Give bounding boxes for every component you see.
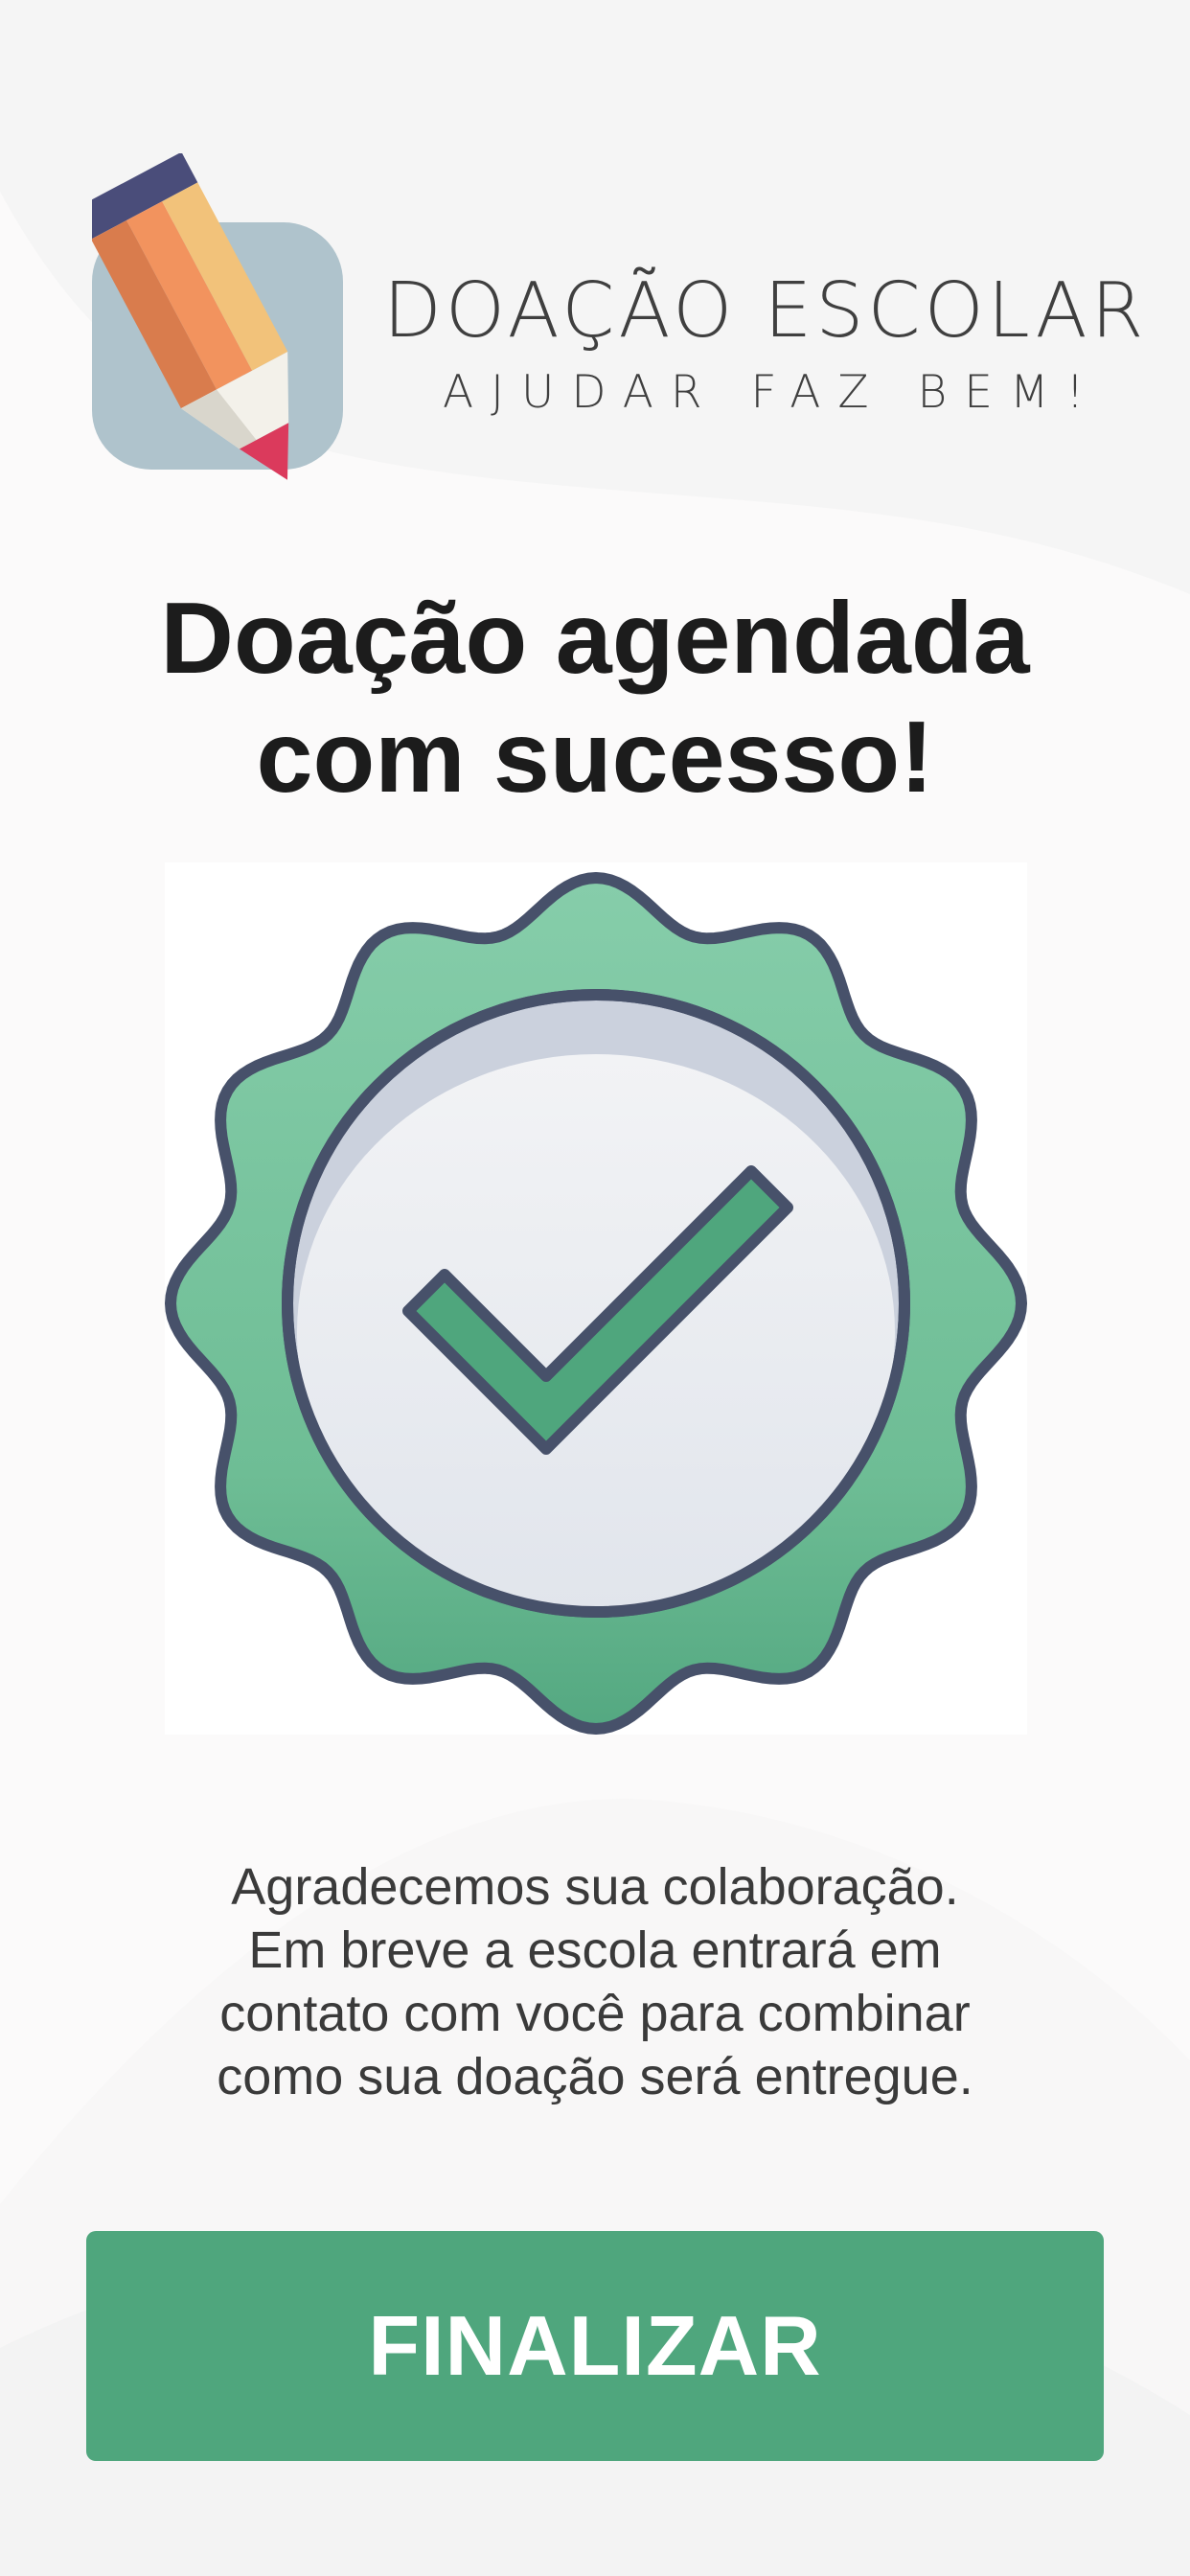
brand-title: DOAÇÃO ESCOLAR xyxy=(383,266,1148,355)
finish-button[interactable]: FINALIZAR xyxy=(86,2231,1104,2461)
checkmark-badge-icon xyxy=(165,872,1027,1735)
message-line-1: Agradecemos sua colaboração. xyxy=(231,1858,959,1916)
message-line-3: contato com você para combinar xyxy=(219,1985,971,2042)
pencil-icon xyxy=(92,153,343,480)
success-badge xyxy=(165,862,1027,1735)
brand-tagline: AJUDAR FAZ BEM! xyxy=(443,366,1102,419)
message-line-2: Em breve a escola entrará em xyxy=(248,1921,942,1979)
thank-you-message: Agradecemos sua colaboração. Em breve a … xyxy=(77,1855,1113,2108)
page-title: Doação agendada com sucesso! xyxy=(57,579,1133,816)
page-title-line-2: com sucesso! xyxy=(256,701,934,814)
page-title-line-1: Doação agendada xyxy=(160,582,1030,695)
brand-logo: DOAÇÃO ESCOLAR AJUDAR FAZ BEM! xyxy=(0,0,1190,518)
message-line-4: como sua doação será entregue. xyxy=(217,2048,973,2105)
